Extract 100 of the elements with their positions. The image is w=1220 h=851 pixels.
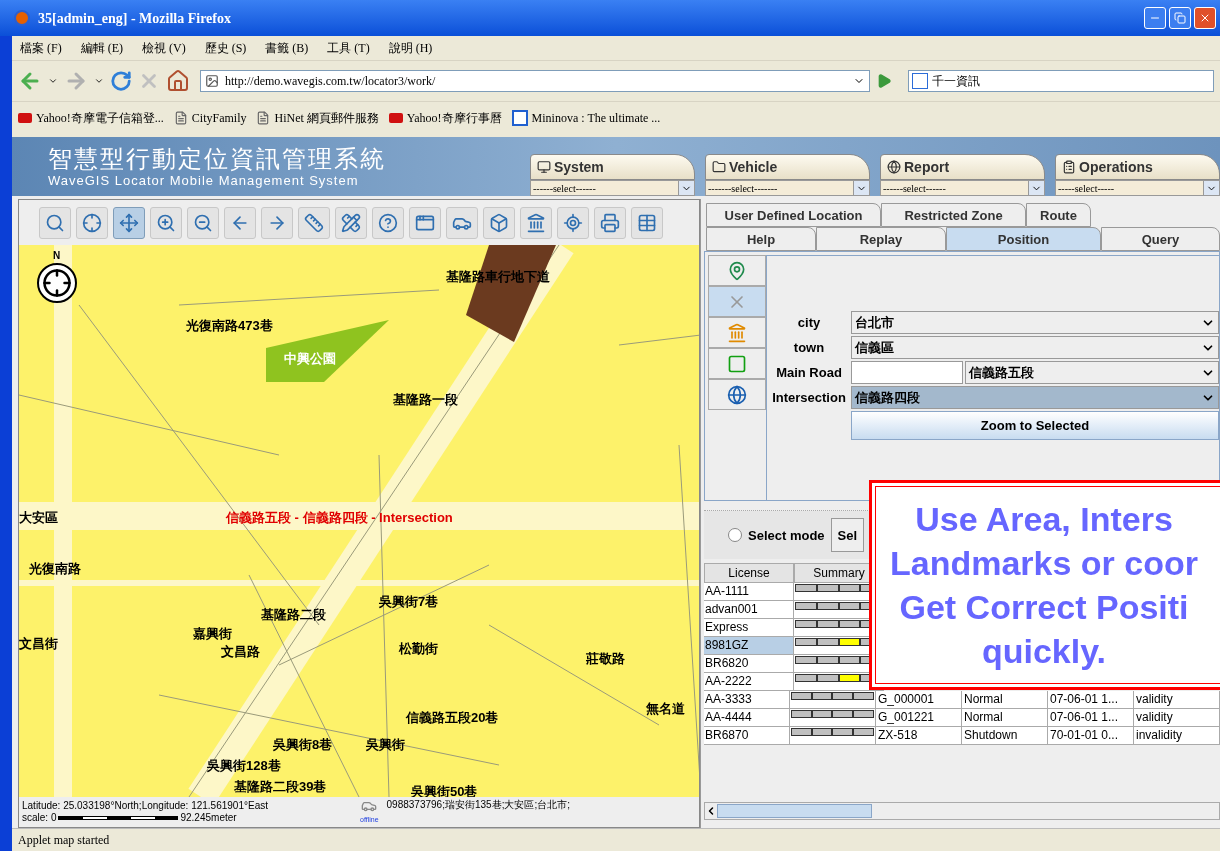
table-cell[interactable]: advan001 bbox=[704, 601, 794, 620]
module-select[interactable]: ------select------ bbox=[880, 180, 1045, 197]
menu-item[interactable]: 編輯 (E) bbox=[80, 38, 123, 57]
tab[interactable]: Help bbox=[706, 227, 816, 252]
table-cell[interactable]: AA-2222 bbox=[704, 673, 794, 692]
window-title: 35[admin_eng] - Mozilla Firefox bbox=[38, 9, 231, 28]
side-tab[interactable] bbox=[708, 317, 766, 349]
tab[interactable]: Replay bbox=[816, 227, 946, 252]
maximize-button[interactable] bbox=[1169, 7, 1191, 29]
table-cell[interactable]: BR6870 bbox=[704, 727, 790, 746]
side-tab[interactable] bbox=[708, 379, 766, 411]
road-dropdown[interactable]: 信義路五段 bbox=[965, 361, 1219, 385]
table-cell[interactable]: Express bbox=[704, 619, 794, 638]
map-tool-button[interactable] bbox=[594, 206, 626, 239]
menu-item[interactable]: 工具 (T) bbox=[327, 38, 370, 57]
map-tool-button[interactable] bbox=[483, 206, 515, 239]
table-cell: Normal bbox=[961, 709, 1048, 728]
table-cell[interactable]: BR6820 bbox=[704, 655, 794, 674]
home-icon[interactable] bbox=[166, 69, 190, 93]
address-field[interactable]: http://demo.wavegis.com.tw/locator3/work/ bbox=[200, 70, 870, 92]
page-icon bbox=[256, 111, 271, 126]
module-tab[interactable]: Report bbox=[880, 154, 1045, 181]
table-icon bbox=[637, 212, 657, 233]
callout-text: Get Correct Positi bbox=[899, 587, 1189, 629]
map-tool-button[interactable] bbox=[409, 206, 441, 239]
scrollbar-thumb[interactable] bbox=[717, 804, 872, 819]
close-button[interactable] bbox=[1194, 7, 1216, 29]
table-cell: validity bbox=[1133, 709, 1220, 728]
map-tool-button[interactable] bbox=[520, 206, 552, 239]
intersection-dropdown[interactable]: 信義路四段 bbox=[851, 386, 1219, 410]
folder-icon bbox=[712, 160, 726, 175]
map-label: 文昌街 bbox=[19, 635, 58, 654]
menu-item[interactable]: 書籤 (B) bbox=[265, 38, 309, 57]
target-icon bbox=[82, 212, 102, 233]
banner-title: 智慧型行動定位資訊管理系統 bbox=[48, 144, 387, 173]
menu-item[interactable]: 說明 (H) bbox=[388, 38, 433, 57]
table-cell: G_001221 bbox=[875, 709, 962, 728]
select-text: ------select------ bbox=[533, 181, 597, 196]
map-tool-button[interactable] bbox=[39, 206, 71, 239]
side-tab[interactable] bbox=[708, 348, 766, 380]
callout-text: Landmarks or coor bbox=[890, 543, 1198, 585]
map-label: 吳興街8巷 bbox=[273, 736, 333, 755]
map-tool-button[interactable] bbox=[372, 206, 404, 239]
module-tab[interactable]: Operations bbox=[1055, 154, 1220, 181]
reload-icon[interactable] bbox=[110, 70, 132, 92]
radio-button[interactable] bbox=[728, 528, 742, 543]
landmark-icon bbox=[526, 212, 546, 233]
map-tool-button[interactable] bbox=[446, 206, 478, 239]
ruler-pencil-icon bbox=[341, 212, 361, 233]
module-select[interactable]: -----select----- bbox=[1055, 180, 1220, 197]
tab[interactable]: Query bbox=[1101, 227, 1220, 252]
bookmark-link[interactable]: CityFamily bbox=[191, 109, 247, 128]
search-field[interactable]: 千一資訊 bbox=[908, 70, 1214, 92]
bookmark-link[interactable]: Yahoo!奇摩行事曆 bbox=[406, 109, 502, 128]
table-cell[interactable]: AA-1111 bbox=[704, 583, 794, 602]
module-tab[interactable]: System bbox=[530, 154, 695, 181]
map-tool-button[interactable] bbox=[631, 206, 663, 239]
map-tool-button[interactable] bbox=[150, 206, 182, 239]
table-cell[interactable]: AA-4444 bbox=[704, 709, 790, 728]
table-cell[interactable]: 8981GZ bbox=[704, 637, 794, 656]
table-cell[interactable]: AA-3333 bbox=[704, 691, 790, 710]
map-tool-button[interactable] bbox=[261, 206, 293, 239]
map-tool-button[interactable] bbox=[298, 206, 330, 239]
map-tool-button[interactable] bbox=[224, 206, 256, 239]
map-tool-button[interactable] bbox=[187, 206, 219, 239]
dropdown-caret-icon bbox=[1028, 181, 1044, 196]
map-tool-button[interactable] bbox=[335, 206, 367, 239]
bookmark-link[interactable]: Mininova : The ultimate ... bbox=[531, 109, 661, 128]
go-icon[interactable] bbox=[876, 73, 892, 89]
menu-item[interactable]: 歷史 (S) bbox=[204, 38, 247, 57]
tab[interactable]: Position bbox=[946, 227, 1101, 252]
caret-icon[interactable] bbox=[48, 76, 58, 86]
module-select[interactable]: ------select------ bbox=[530, 180, 695, 197]
scale-bar-icon bbox=[58, 816, 179, 821]
map-tool-button[interactable] bbox=[113, 206, 145, 239]
map-label: 基隆路二段 bbox=[261, 606, 326, 625]
horizontal-scrollbar[interactable] bbox=[704, 802, 1220, 821]
side-tab[interactable] bbox=[708, 255, 766, 287]
city-dropdown[interactable]: 台北市 bbox=[851, 311, 1219, 335]
search-text: 千一資訊 bbox=[932, 73, 980, 90]
combo-value: 台北市 bbox=[854, 314, 895, 332]
table-cell: Normal bbox=[961, 691, 1048, 710]
menu-item[interactable]: 檔案 (F) bbox=[20, 38, 62, 57]
menu-item[interactable]: 檢視 (V) bbox=[142, 38, 186, 57]
module-select[interactable]: -------select------- bbox=[705, 180, 870, 197]
town-dropdown[interactable]: 信義區 bbox=[851, 336, 1219, 360]
road-input-field[interactable] bbox=[851, 361, 963, 385]
tab[interactable]: Route bbox=[1026, 203, 1091, 228]
caret-icon[interactable] bbox=[94, 76, 104, 86]
map-tool-button[interactable] bbox=[76, 206, 108, 239]
module-tab[interactable]: Vehicle bbox=[705, 154, 870, 181]
select-button[interactable]: Sel bbox=[830, 518, 865, 553]
map-tool-button[interactable] bbox=[557, 206, 589, 239]
bookmark-link[interactable]: HiNet 網頁郵件服務 bbox=[274, 109, 379, 128]
tab[interactable]: User Defined Location bbox=[706, 203, 881, 228]
bookmark-link[interactable]: Yahoo!奇摩電子信箱登... bbox=[36, 109, 164, 128]
minimize-button[interactable] bbox=[1144, 7, 1166, 29]
zoom-to-selected-button[interactable]: Zoom to Selected bbox=[851, 411, 1219, 441]
tab[interactable]: Restricted Zone bbox=[881, 203, 1026, 228]
map-label: 無名道 bbox=[646, 700, 685, 719]
